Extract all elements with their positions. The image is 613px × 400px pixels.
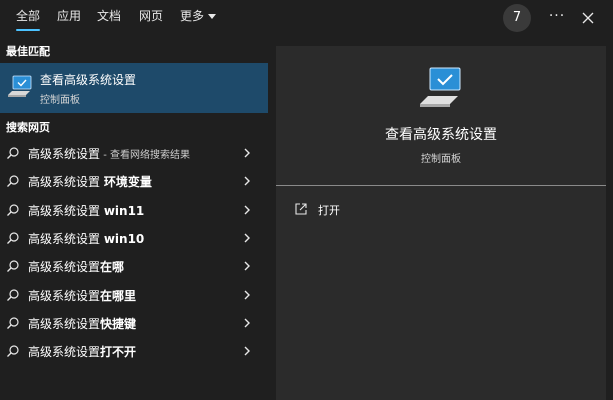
tab-apps[interactable]: 应用 — [57, 0, 81, 36]
search-icon — [7, 147, 19, 159]
tab-all[interactable]: 全部 — [16, 0, 41, 36]
preview-panel: 查看高级系统设置 控制面板 打开 — [276, 46, 606, 400]
tab-documents[interactable]: 文档 — [97, 0, 121, 36]
best-match-subtitle: 控制面板 — [40, 95, 80, 106]
more-options-button[interactable]: ··· — [546, 4, 568, 32]
chevron-right-icon — [244, 176, 250, 186]
best-match-item[interactable]: 查看高级系统设置 控制面板 — [0, 63, 268, 113]
chevron-right-icon — [244, 261, 250, 271]
preview-subtitle: 控制面板 — [421, 154, 461, 165]
chevron-right-icon — [244, 318, 250, 328]
web-search-result-label: 高级系统设置打不开 — [28, 345, 137, 360]
web-search-result-label: 高级系统设置 环境变量 — [28, 175, 152, 190]
search-icon — [7, 317, 19, 329]
chevron-right-icon — [244, 346, 250, 356]
computer-settings-icon — [8, 75, 32, 97]
tab-web[interactable]: 网页 — [139, 0, 163, 36]
search-icon — [7, 345, 19, 358]
web-search-result[interactable]: 高级系统设置在哪 — [0, 252, 268, 280]
web-search-result[interactable]: 高级系统设置打不开 — [0, 337, 268, 365]
best-match-title: 查看高级系统设置 — [40, 73, 137, 87]
open-external-icon — [295, 203, 307, 215]
search-icon — [7, 232, 19, 244]
search-filter-bar: 全部 应用 文档 网页 更多 7 ··· — [0, 0, 613, 36]
search-icon — [7, 260, 19, 273]
chevron-down-icon — [208, 14, 217, 19]
best-match-heading: 最佳匹配 — [6, 45, 50, 58]
web-search-heading: 搜索网页 — [6, 121, 50, 134]
open-action-label: 打开 — [318, 204, 340, 217]
web-search-result[interactable]: 高级系统设置 环境变量 — [0, 167, 268, 195]
web-search-result-label: 高级系统设置在哪 — [28, 260, 125, 275]
results-panel: 最佳匹配 查看高级系统设置 控制面板 搜索网页 高级系统设置 - 查看网络搜索结… — [0, 36, 268, 400]
divider — [276, 185, 606, 186]
web-search-result[interactable]: 高级系统设置在哪里 — [0, 281, 268, 309]
web-search-result[interactable]: 高级系统设置快捷键 — [0, 309, 268, 337]
preview-title: 查看高级系统设置 — [385, 127, 497, 143]
search-icon — [7, 288, 19, 301]
chevron-right-icon — [244, 205, 250, 215]
rewards-badge[interactable]: 7 — [503, 4, 531, 32]
chevron-right-icon — [244, 148, 250, 158]
search-icon — [7, 203, 19, 216]
close-icon — [582, 12, 594, 24]
web-search-result[interactable]: 高级系统设置 win11 — [0, 196, 268, 224]
chevron-right-icon — [244, 233, 250, 243]
web-search-result-label: 高级系统设置快捷键 — [28, 316, 137, 331]
close-button[interactable] — [576, 4, 600, 32]
tab-more[interactable]: 更多 — [180, 0, 217, 36]
web-search-result[interactable]: 高级系统设置 win10 — [0, 224, 268, 252]
chevron-right-icon — [244, 290, 250, 299]
web-search-result-label: 高级系统设置 win10 — [28, 231, 145, 246]
search-icon — [7, 175, 19, 188]
web-search-result-label: 高级系统设置 win11 — [28, 203, 145, 218]
web-search-result-label: 高级系统设置在哪里 — [28, 288, 137, 303]
computer-settings-icon — [420, 67, 461, 107]
open-action[interactable]: 打开 — [294, 200, 414, 220]
web-search-result-label: 高级系统设置 - 查看网络搜索结果 — [28, 147, 190, 161]
web-search-result[interactable]: 高级系统设置 - 查看网络搜索结果 — [0, 139, 268, 167]
